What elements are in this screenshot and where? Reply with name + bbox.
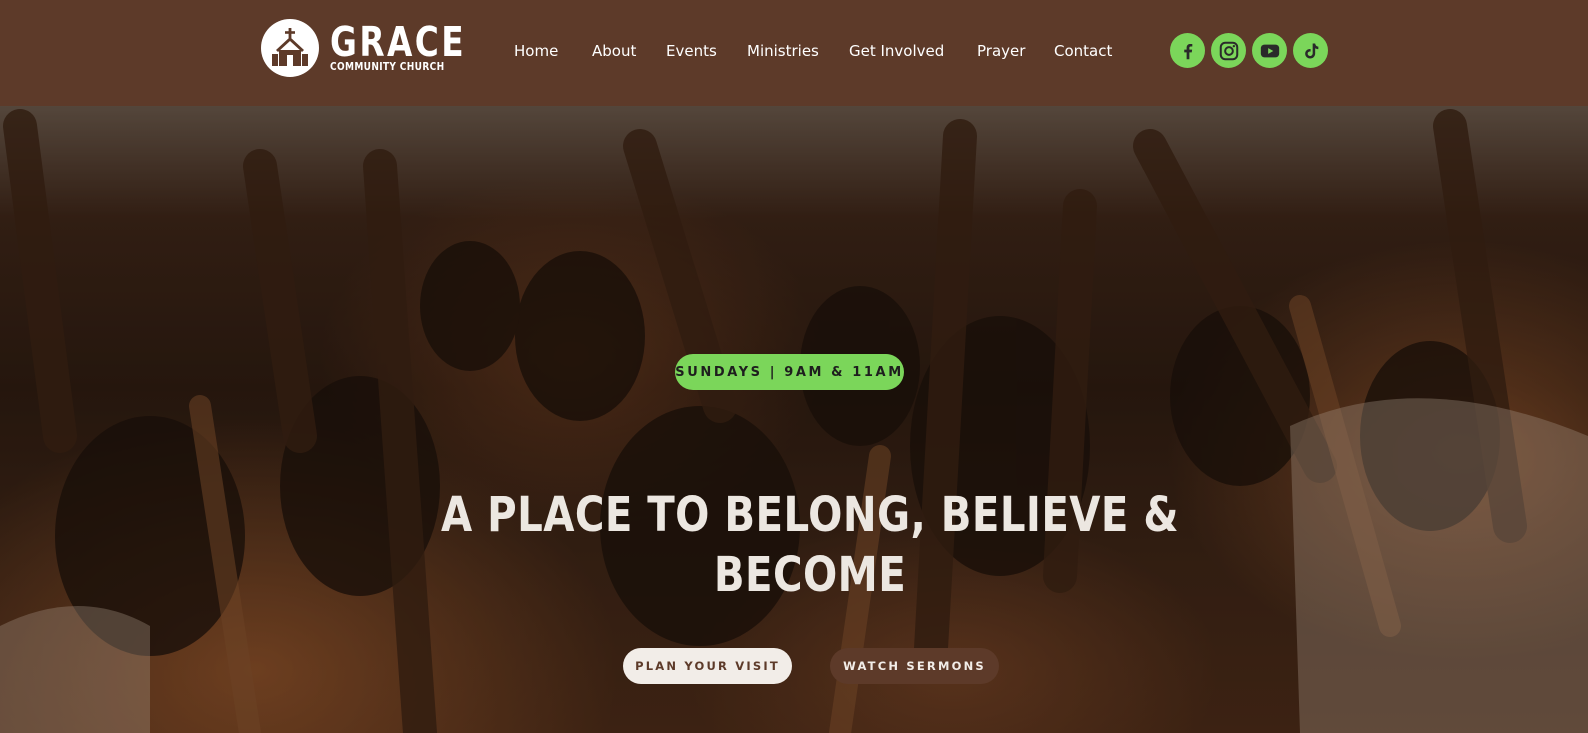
church-icon (261, 19, 319, 77)
hero-overlay (0, 106, 1588, 733)
tiktok-icon[interactable] (1293, 33, 1328, 68)
nav-home[interactable]: Home (514, 42, 558, 60)
nav-prayer[interactable]: Prayer (977, 42, 1025, 60)
social-links (1170, 33, 1328, 68)
brand-name: GRACE (330, 18, 467, 66)
watch-sermons-button[interactable]: WATCH SERMONS (830, 648, 999, 684)
nav-get-involved[interactable]: Get Involved (849, 42, 944, 60)
youtube-icon[interactable] (1252, 33, 1287, 68)
logo-text: GRACE COMMUNITY CHURCH (330, 18, 500, 74)
instagram-icon[interactable] (1211, 33, 1246, 68)
nav-contact[interactable]: Contact (1054, 42, 1112, 60)
plan-your-visit-button[interactable]: PLAN YOUR VISIT (623, 648, 792, 684)
hero-headline-text: A PLACE TO BELONG, BELIEVE & BECOME (441, 487, 1179, 603)
site-header: GRACE COMMUNITY CHURCH Home About Events… (0, 0, 1588, 106)
facebook-icon[interactable] (1170, 33, 1205, 68)
nav-about[interactable]: About (592, 42, 636, 60)
hero-background-image (0, 106, 1588, 733)
service-times-badge: SUNDAYS | 9AM & 11AM (675, 354, 904, 390)
brand-subtitle: COMMUNITY CHURCH (330, 61, 445, 73)
nav-events[interactable]: Events (666, 42, 717, 60)
logo-link[interactable]: GRACE COMMUNITY CHURCH (261, 17, 500, 79)
hero-headline: A PLACE TO BELONG, BELIEVE & BECOME (300, 485, 1320, 605)
nav-ministries[interactable]: Ministries (747, 42, 819, 60)
